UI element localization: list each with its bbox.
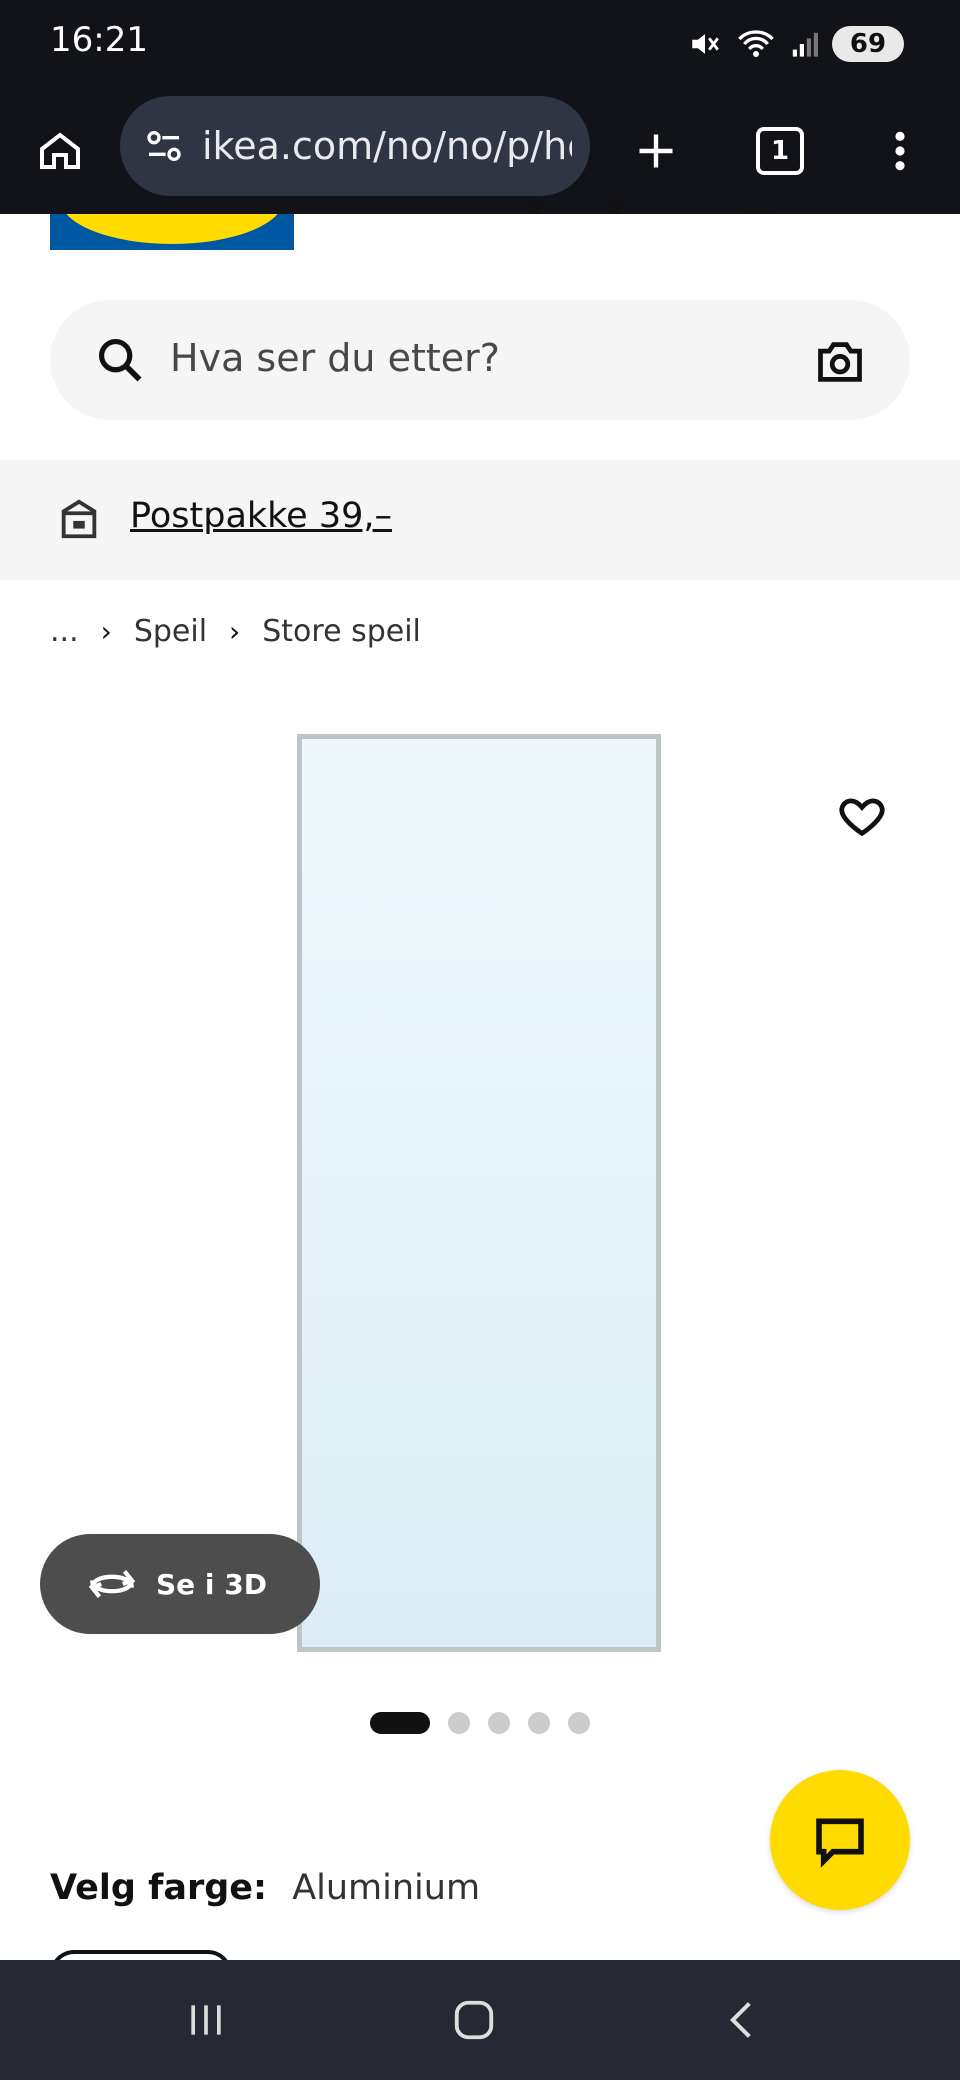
tab-switcher-button[interactable]: 1	[748, 119, 812, 183]
parcel-icon	[61, 499, 97, 539]
recents-icon[interactable]	[176, 1990, 236, 2050]
pagination-dot[interactable]	[448, 1712, 470, 1734]
site-settings-icon[interactable]	[142, 124, 186, 168]
back-icon[interactable]	[712, 1990, 772, 2050]
breadcrumb-item-speil[interactable]: Speil	[134, 614, 207, 649]
chat-icon	[816, 1818, 864, 1868]
status-time: 16:21	[50, 20, 148, 60]
breadcrumb: ... › Speil › Store speil	[50, 614, 421, 649]
heart-icon[interactable]	[836, 790, 888, 842]
product-image-mirror[interactable]	[297, 734, 661, 1652]
battery-icon: 69	[832, 26, 904, 62]
chevron-right-icon: ›	[100, 615, 112, 648]
new-tab-icon[interactable]	[624, 119, 688, 183]
status-icons: 69	[688, 24, 904, 64]
breadcrumb-ellipsis[interactable]: ...	[50, 614, 79, 649]
gallery-pagination	[370, 1712, 590, 1734]
url-bar[interactable]: ikea.com/no/no/p/hov	[120, 96, 590, 196]
signal-icon	[792, 32, 818, 57]
chat-button[interactable]	[770, 1770, 910, 1910]
url-text[interactable]: ikea.com/no/no/p/hov	[202, 124, 572, 168]
pagination-dot[interactable]	[568, 1712, 590, 1734]
search-bar[interactable]: Hva ser du etter?	[50, 300, 910, 420]
color-value: Aluminium	[292, 1868, 481, 1908]
see-in-3d-button[interactable]: Se i 3D	[40, 1534, 320, 1634]
chevron-right-icon: ›	[229, 615, 241, 648]
color-label: Velg farge:	[50, 1868, 268, 1908]
header-icons-cut	[530, 206, 772, 214]
wifi-icon	[738, 30, 774, 57]
rotate-3d-icon	[84, 1556, 140, 1612]
more-options-icon[interactable]	[868, 119, 932, 183]
shipping-link[interactable]: Postpakke 39,–	[130, 496, 392, 536]
pagination-dot[interactable]	[528, 1712, 550, 1734]
pagination-dot-active[interactable]	[370, 1712, 430, 1734]
browser-toolbar: ikea.com/no/no/p/hov 1	[0, 88, 960, 214]
tab-count: 1	[756, 127, 804, 175]
mute-icon	[692, 34, 719, 54]
see-in-3d-label: Se i 3D	[156, 1567, 267, 1601]
home-icon[interactable]	[28, 119, 92, 183]
search-icon	[98, 338, 142, 382]
shipping-banner[interactable]: Postpakke 39,–	[0, 460, 960, 580]
color-selector: Velg farge: Aluminium	[50, 1868, 480, 1908]
system-nav-bar	[0, 1960, 960, 2080]
breadcrumb-item-store-speil[interactable]: Store speil	[262, 614, 421, 649]
status-bar: 16:21 69	[0, 0, 960, 88]
camera-icon[interactable]	[814, 336, 866, 388]
pagination-dot[interactable]	[488, 1712, 510, 1734]
ikea-logo[interactable]	[50, 214, 294, 250]
search-input[interactable]: Hva ser du etter?	[170, 336, 500, 380]
home-nav-icon[interactable]	[444, 1990, 504, 2050]
